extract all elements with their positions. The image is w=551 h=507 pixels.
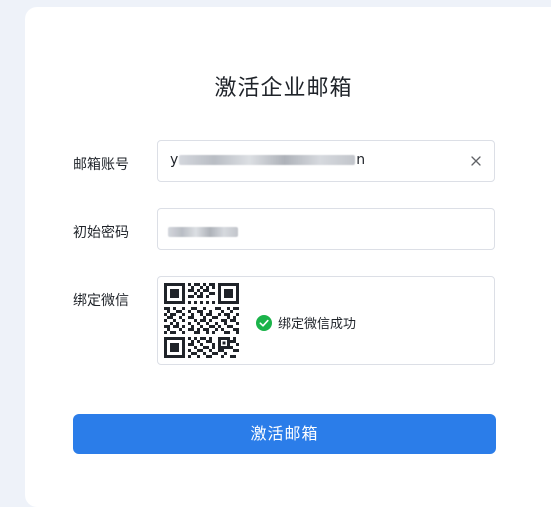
wechat-bind-status-text: 绑定微信成功 — [278, 317, 357, 332]
check-circle-icon — [256, 314, 272, 331]
email-value-suffix: n — [356, 152, 366, 168]
qr-code-image — [164, 283, 239, 358]
page-title: 激活企业邮箱 — [214, 76, 353, 101]
email-label: 邮箱账号 — [73, 157, 129, 173]
activate-mailbox-button[interactable]: 激活邮箱 — [73, 414, 496, 454]
wechat-label: 绑定微信 — [73, 293, 129, 309]
email-value: yn — [170, 152, 365, 168]
wechat-bind-status: 绑定微信成功 — [256, 313, 356, 332]
close-icon[interactable] — [468, 153, 484, 169]
email-value-prefix: y — [170, 152, 179, 168]
password-value — [168, 224, 238, 240]
email-field[interactable]: yn — [157, 140, 495, 182]
email-redacted-blur — [179, 155, 356, 165]
password-label: 初始密码 — [73, 225, 129, 241]
password-field[interactable] — [157, 208, 495, 250]
wechat-bind-box: 绑定微信成功 — [157, 276, 495, 365]
password-redacted-blur — [168, 227, 238, 237]
